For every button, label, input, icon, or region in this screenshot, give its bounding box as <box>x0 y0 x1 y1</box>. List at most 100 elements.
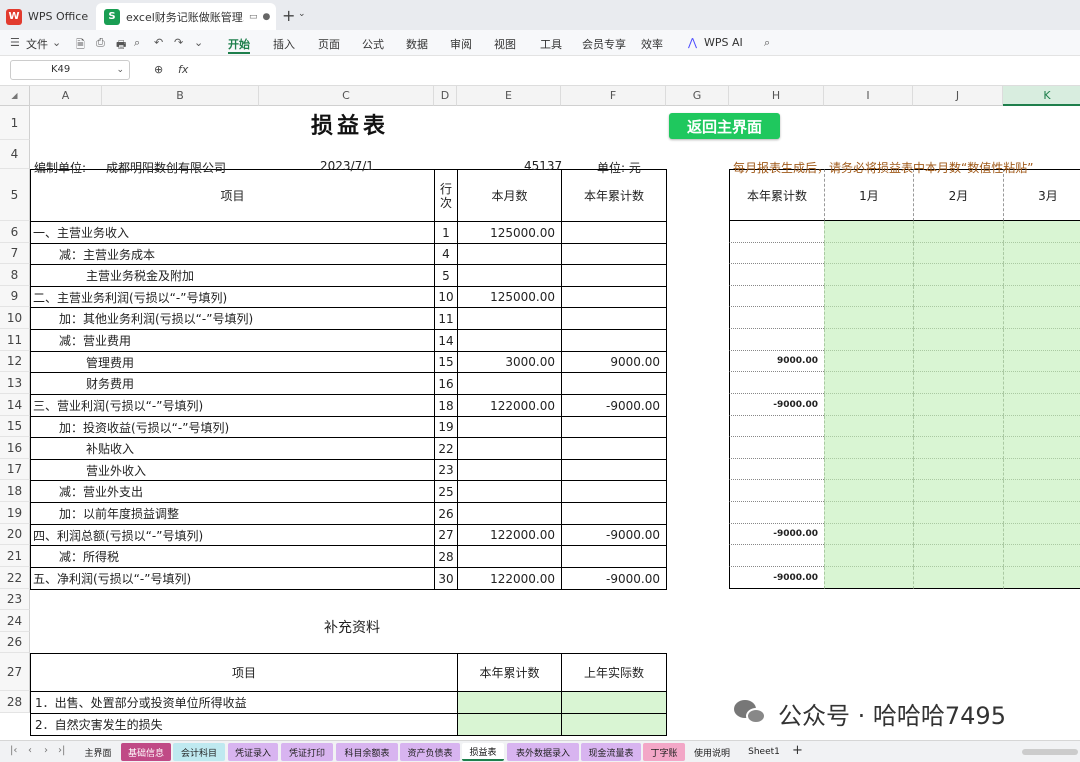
row-header-6[interactable]: 6 <box>0 221 30 243</box>
right-ytd-value[interactable] <box>729 480 824 502</box>
line-month-value[interactable] <box>457 502 562 525</box>
right-month-cell[interactable] <box>824 480 913 502</box>
menu-page[interactable]: 页面 <box>318 36 340 52</box>
line-month-value[interactable] <box>457 307 562 330</box>
row-header-23[interactable]: 23 <box>0 589 30 610</box>
right-month-cell[interactable] <box>824 437 913 459</box>
column-header-d[interactable]: D <box>434 86 457 106</box>
right-month-cell[interactable] <box>1003 437 1080 459</box>
chevron-down-icon[interactable]: ⌄ <box>52 36 61 49</box>
formula-input[interactable] <box>198 60 1074 80</box>
sheet-tab[interactable]: 主界面 <box>76 743 120 761</box>
chevron-down-icon[interactable]: ⌄ <box>298 9 306 19</box>
last-sheet-icon[interactable]: ›| <box>58 745 65 756</box>
right-month-cell[interactable] <box>913 243 1003 264</box>
line-ytd-value[interactable]: -9000.00 <box>561 394 667 417</box>
right-month-cell[interactable] <box>824 221 913 243</box>
sheet-tab[interactable]: 资产负债表 <box>400 743 460 761</box>
back-to-main-button[interactable]: 返回主界面 <box>669 113 780 139</box>
right-month-cell[interactable] <box>913 372 1003 394</box>
right-month-cell[interactable] <box>1003 307 1080 329</box>
horizontal-scrollbar[interactable] <box>1022 749 1078 755</box>
next-sheet-icon[interactable]: › <box>44 745 48 756</box>
row-header-4[interactable]: 4 <box>0 140 30 169</box>
row-header-21[interactable]: 21 <box>0 545 30 567</box>
right-ytd-value[interactable] <box>729 545 824 567</box>
right-ytd-value[interactable] <box>729 264 824 286</box>
sheet-tab[interactable]: 损益表 <box>462 743 504 761</box>
menu-efficiency[interactable]: 效率 <box>641 36 663 52</box>
line-ytd-value[interactable] <box>561 286 667 308</box>
menu-data[interactable]: 数据 <box>406 36 428 52</box>
right-month-cell[interactable] <box>824 394 913 416</box>
right-month-cell[interactable] <box>913 459 1003 480</box>
right-month-cell[interactable] <box>913 329 1003 351</box>
right-month-cell[interactable] <box>913 264 1003 286</box>
row-header-9[interactable]: 9 <box>0 286 30 307</box>
right-month-cell[interactable] <box>1003 372 1080 394</box>
menu-home[interactable]: 开始 <box>228 36 250 52</box>
right-month-cell[interactable] <box>1003 416 1080 437</box>
line-ytd-value[interactable] <box>561 329 667 352</box>
line-month-value[interactable] <box>457 264 562 287</box>
row-header-8[interactable]: 8 <box>0 264 30 286</box>
prev-sheet-icon[interactable]: ‹ <box>28 745 32 756</box>
menu-file[interactable]: 文件 <box>26 36 48 52</box>
right-month-cell[interactable] <box>824 243 913 264</box>
first-sheet-icon[interactable]: |‹ <box>10 745 17 756</box>
right-month-cell[interactable] <box>1003 394 1080 416</box>
right-month-cell[interactable] <box>824 524 913 545</box>
print-icon[interactable]: 🖶 <box>116 36 126 55</box>
right-ytd-value[interactable] <box>729 307 824 329</box>
right-ytd-value[interactable] <box>729 329 824 351</box>
right-ytd-value[interactable] <box>729 221 824 243</box>
sheet-tab[interactable]: Sheet1 <box>739 743 789 761</box>
right-ytd-value[interactable] <box>729 243 824 264</box>
right-ytd-value[interactable] <box>729 286 824 307</box>
plus-icon[interactable]: + <box>282 6 295 25</box>
sheet-tab[interactable]: 凭证打印 <box>281 743 333 761</box>
line-month-value[interactable] <box>457 416 562 438</box>
sheet-tab[interactable]: 使用说明 <box>688 743 736 761</box>
right-month-cell[interactable] <box>913 221 1003 243</box>
right-ytd-value[interactable] <box>729 437 824 459</box>
select-all-corner[interactable]: ◢ <box>0 86 30 106</box>
supplement-prev-cell[interactable] <box>561 691 667 714</box>
line-ytd-value[interactable]: -9000.00 <box>561 567 667 590</box>
add-sheet-icon[interactable]: + <box>792 743 803 758</box>
line-ytd-value[interactable] <box>561 502 667 525</box>
row-header-15[interactable]: 15 <box>0 416 30 437</box>
monitor-icon[interactable]: ▭ <box>249 12 258 22</box>
right-month-cell[interactable] <box>913 307 1003 329</box>
zoom-icon[interactable]: ⊕ <box>154 63 163 76</box>
right-ytd-value[interactable] <box>729 372 824 394</box>
column-header-h[interactable]: H <box>729 86 824 106</box>
line-month-value[interactable] <box>457 243 562 265</box>
line-ytd-value[interactable] <box>561 459 667 481</box>
column-header-a[interactable]: A <box>30 86 102 106</box>
line-month-value[interactable] <box>457 329 562 352</box>
supplement-ytd-cell[interactable] <box>457 691 562 714</box>
line-month-value[interactable]: 125000.00 <box>457 286 562 308</box>
row-header-14[interactable]: 14 <box>0 394 30 416</box>
row-header-10[interactable]: 10 <box>0 307 30 329</box>
search-icon[interactable]: ⌕ <box>764 36 770 50</box>
column-header-k[interactable]: K <box>1003 86 1080 106</box>
menu-formula[interactable]: 公式 <box>362 36 384 52</box>
row-header-27[interactable]: 27 <box>0 653 30 691</box>
right-ytd-value[interactable] <box>729 502 824 524</box>
line-month-value[interactable]: 122000.00 <box>457 394 562 417</box>
right-month-cell[interactable] <box>824 286 913 307</box>
right-month-cell[interactable] <box>1003 567 1080 589</box>
row-header-26[interactable]: 26 <box>0 632 30 653</box>
right-month-cell[interactable] <box>913 394 1003 416</box>
right-month-cell[interactable] <box>1003 329 1080 351</box>
right-month-cell[interactable] <box>824 372 913 394</box>
name-box[interactable]: K49 ⌄ <box>10 60 130 80</box>
menu-member[interactable]: 会员专享 <box>582 36 626 52</box>
line-month-value[interactable] <box>457 437 562 460</box>
right-month-cell[interactable] <box>913 545 1003 567</box>
export-pdf-icon[interactable]: ⎙ <box>96 36 105 50</box>
right-month-cell[interactable] <box>824 502 913 524</box>
row-header-18[interactable]: 18 <box>0 480 30 502</box>
